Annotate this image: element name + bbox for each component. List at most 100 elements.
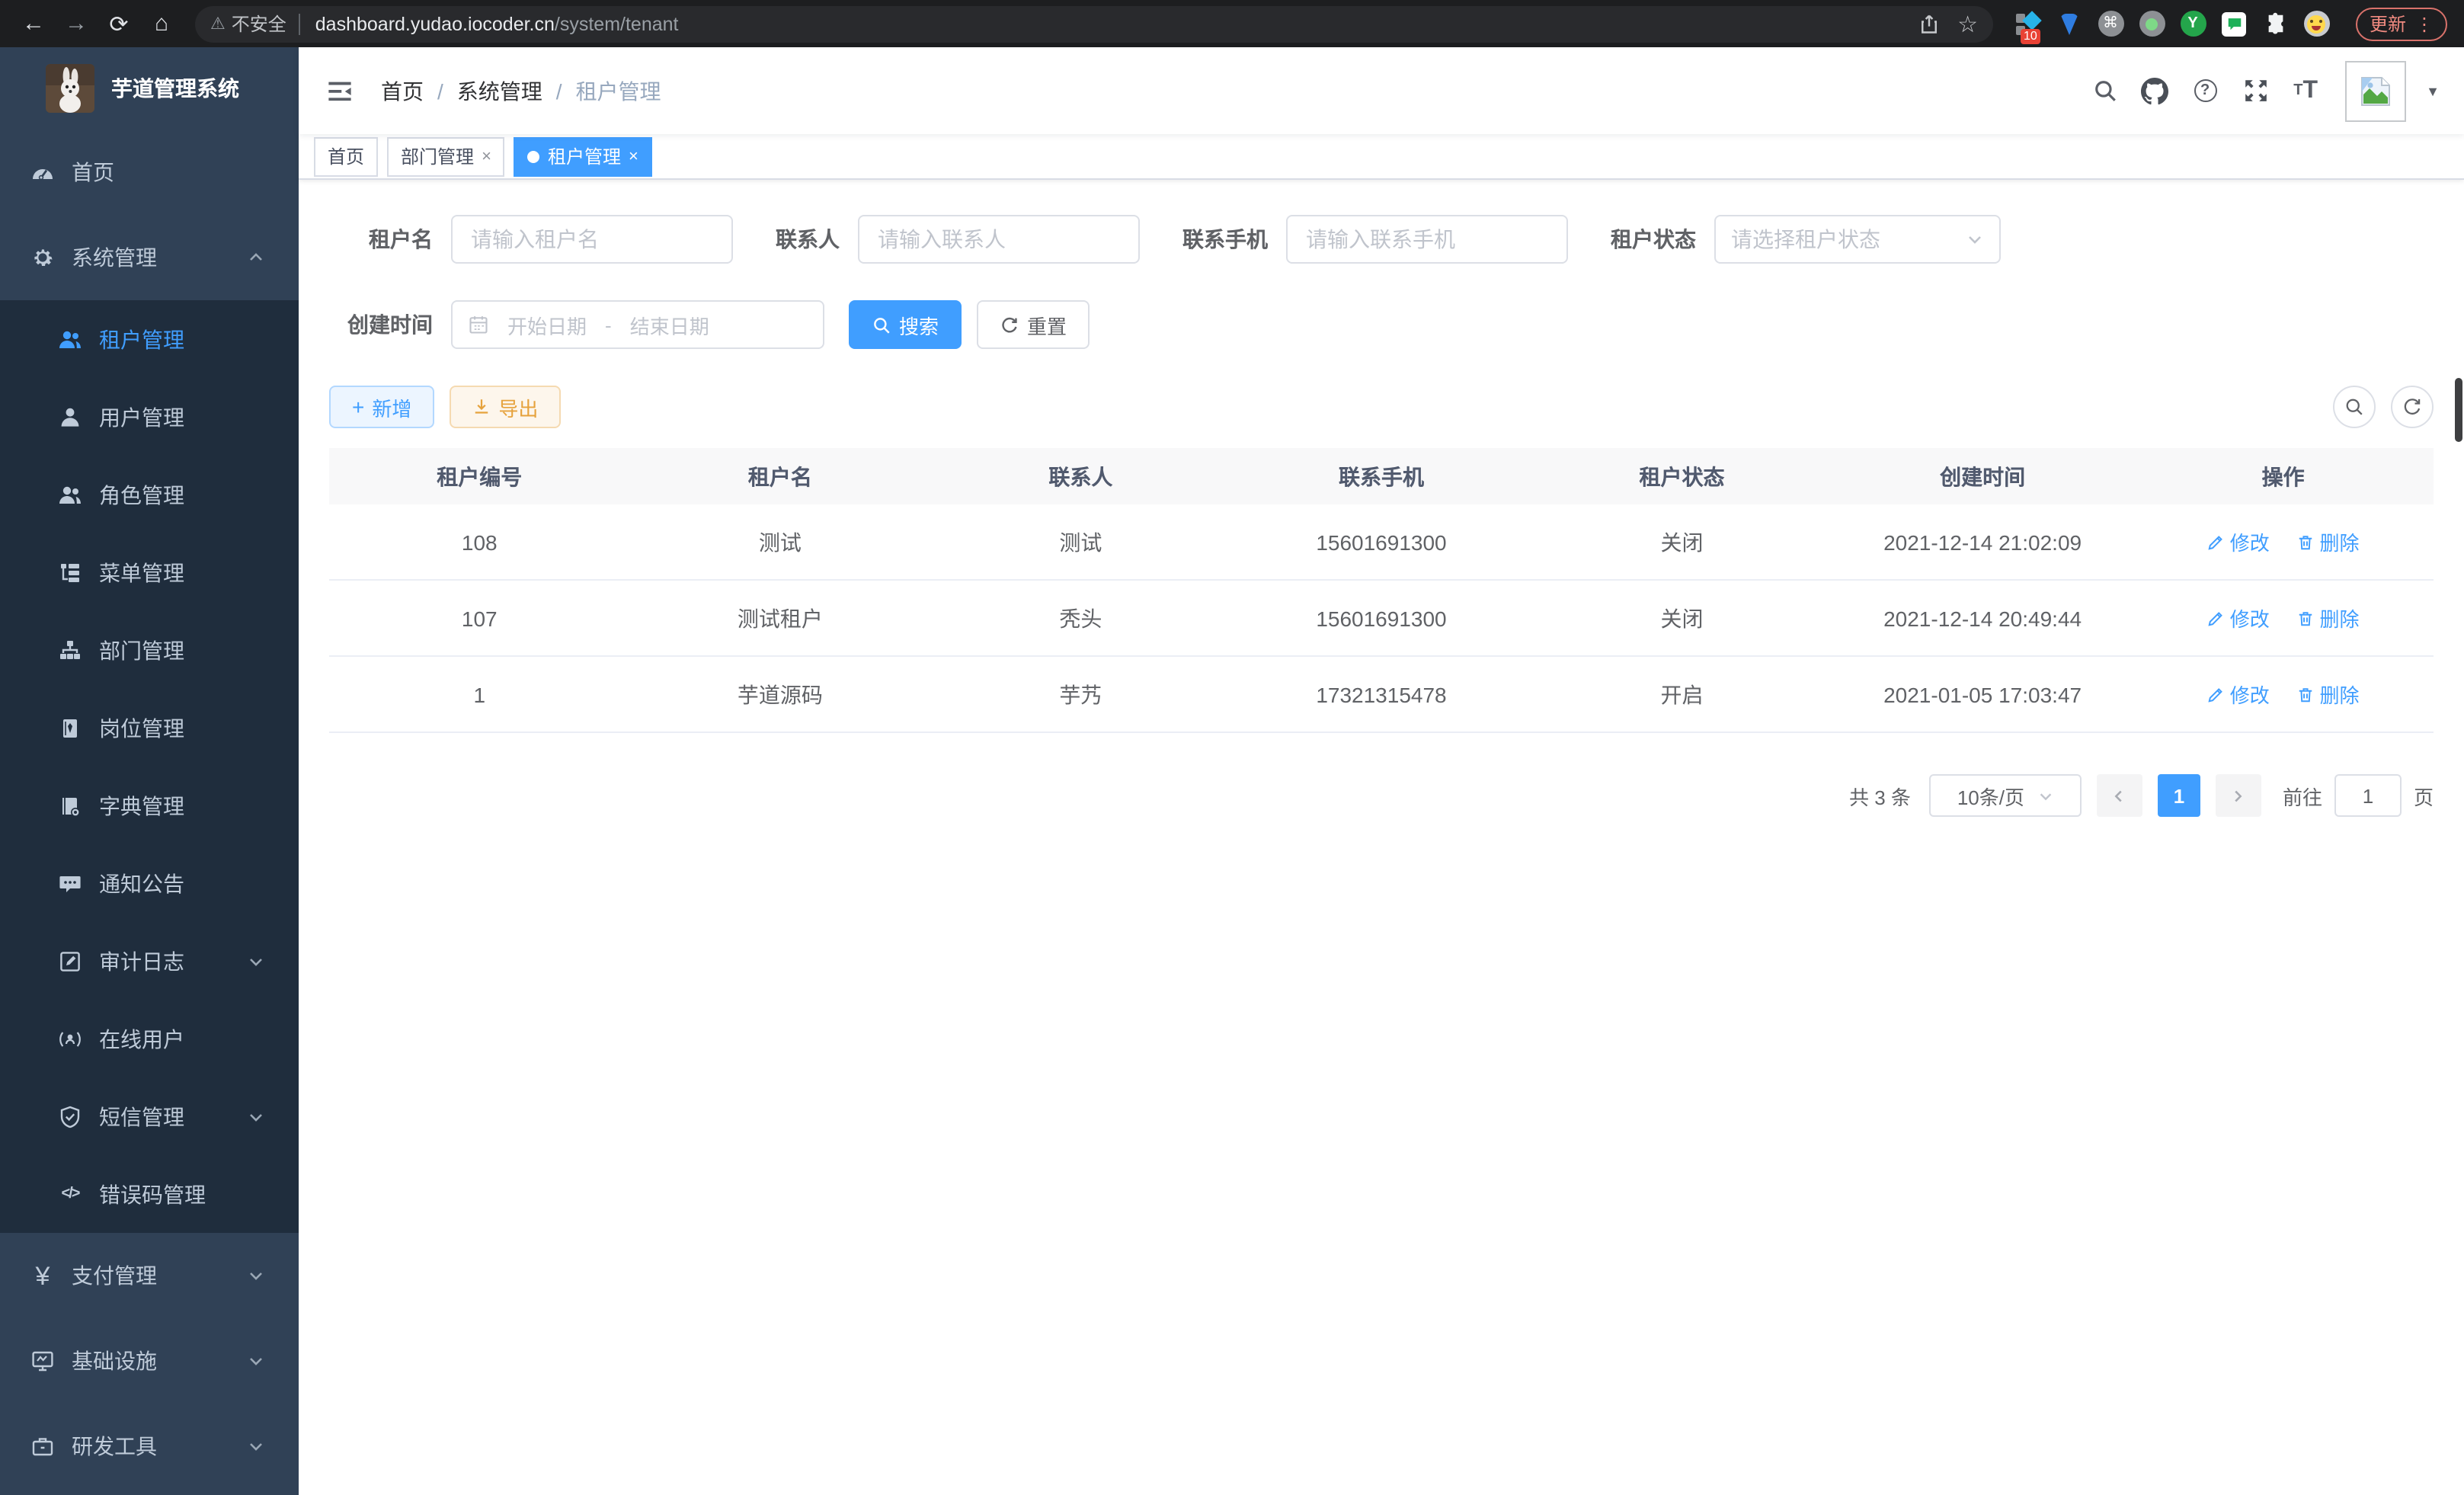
browser-update-button[interactable]: 更新 ⋮	[2356, 7, 2447, 40]
fullscreen-icon[interactable]	[2235, 71, 2275, 110]
sidebar-item-online-user[interactable]: 在线用户	[0, 1000, 299, 1077]
url-divider	[299, 13, 300, 34]
sidebar-item-label: 角色管理	[99, 479, 184, 510]
command-icon[interactable]: ⌘	[2097, 10, 2124, 37]
sidebar-item-dept[interactable]: 部门管理	[0, 611, 299, 689]
cell-mobile: 15601691300	[1231, 606, 1532, 630]
cell-name: 测试	[630, 527, 931, 557]
contact-input[interactable]	[858, 215, 1140, 264]
add-button[interactable]: + 新增	[329, 386, 434, 428]
delete-link[interactable]: 删除	[2297, 680, 2360, 709]
tenant-name-input[interactable]	[451, 215, 733, 264]
prev-page-button[interactable]	[2097, 774, 2142, 817]
sidebar-item-payment[interactable]: ¥ 支付管理	[0, 1233, 299, 1318]
pagination-total: 共 3 条	[1849, 781, 1911, 810]
sidebar-item-role[interactable]: 角色管理	[0, 456, 299, 533]
help-icon[interactable]: ?	[2185, 71, 2225, 110]
create-time-range-picker[interactable]: 开始日期 - 结束日期	[451, 300, 824, 349]
dropdown-caret-icon[interactable]: ▼	[2426, 83, 2440, 98]
sidebar-item-tenant[interactable]: 租户管理	[0, 300, 299, 378]
address-bar[interactable]: ⚠ 不安全 dashboard.yudao.iocoder.cn /system…	[195, 5, 1993, 42]
col-header-actions: 操作	[2133, 461, 2434, 491]
browser-forward-button[interactable]: →	[58, 5, 94, 42]
status-select[interactable]: 请选择租户状态	[1714, 215, 2001, 264]
sidebar-item-error-code[interactable]: </> 错误码管理	[0, 1155, 299, 1233]
cell-id: 107	[329, 606, 630, 630]
tab-tenant[interactable]: 租户管理 ×	[514, 136, 652, 176]
search-button[interactable]: 搜索	[849, 300, 962, 349]
more-vertical-icon[interactable]: ⋮	[2415, 13, 2434, 34]
sidebar-item-label: 菜单管理	[99, 557, 184, 587]
record-icon[interactable]	[2138, 10, 2165, 37]
avatar[interactable]	[2345, 60, 2406, 121]
app-logo-row[interactable]: 芋道管理系统	[0, 47, 299, 130]
sidebar-item-audit-log[interactable]: 审计日志	[0, 922, 299, 1000]
edit-link[interactable]: 修改	[2207, 527, 2270, 556]
cell-contact: 秃头	[930, 603, 1231, 633]
puzzle-icon[interactable]	[2261, 10, 2289, 37]
page-size-select[interactable]: 10条/页	[1929, 774, 2082, 817]
sidebar-item-label: 租户管理	[99, 324, 184, 354]
close-icon[interactable]: ×	[482, 147, 491, 165]
apps-diamond-icon[interactable]: 10	[2014, 10, 2042, 37]
sidebar-item-user[interactable]: 用户管理	[0, 378, 299, 456]
chevron-down-icon	[247, 1437, 265, 1455]
browser-back-button[interactable]: ←	[15, 5, 52, 42]
browser-home-button[interactable]: ⌂	[143, 5, 180, 42]
share-icon[interactable]	[1918, 13, 1939, 34]
sidebar-item-post[interactable]: 岗位管理	[0, 689, 299, 767]
export-button[interactable]: 导出	[450, 386, 561, 428]
chevron-down-icon	[247, 1352, 265, 1370]
breadcrumb-home[interactable]: 首页	[381, 75, 424, 106]
cell-id: 108	[329, 530, 630, 554]
table-row: 107 测试租户 秃头 15601691300 关闭 2021-12-14 20…	[329, 581, 2434, 657]
chat-icon[interactable]	[2220, 10, 2248, 37]
github-icon[interactable]	[2135, 71, 2174, 110]
cell-contact: 测试	[930, 527, 1231, 557]
page-number-1[interactable]: 1	[2158, 774, 2200, 817]
search-form-row-2: 创建时间 开始日期 - 结束日期 搜索	[329, 300, 2434, 349]
search-icon[interactable]	[2085, 71, 2124, 110]
app-title: 芋道管理系统	[111, 73, 239, 104]
font-size-icon[interactable]: TT	[2286, 71, 2325, 110]
emoji-icon[interactable]	[2302, 10, 2330, 37]
chevron-down-icon	[1966, 230, 1984, 248]
balloon-icon[interactable]	[2056, 10, 2083, 37]
sidebar-item-dev-tools[interactable]: 研发工具	[0, 1404, 299, 1489]
delete-link[interactable]: 删除	[2297, 527, 2360, 556]
browser-toolbar: ← → ⟳ ⌂ ⚠ 不安全 dashboard.yudao.iocoder.cn…	[0, 0, 2464, 47]
delete-link[interactable]: 删除	[2297, 603, 2360, 632]
payment-yen-icon: ¥	[30, 1263, 55, 1288]
tenant-table: 租户编号 租户名 联系人 联系手机 租户状态 创建时间 操作 108 测试 测试…	[329, 448, 2434, 733]
sidebar-item-label: 基础设施	[72, 1346, 157, 1376]
sidebar-item-system[interactable]: 系统管理	[0, 215, 299, 300]
bookmark-star-icon[interactable]: ☆	[1957, 10, 1978, 37]
sidebar-collapse-icon[interactable]	[326, 75, 357, 106]
mobile-input[interactable]	[1286, 215, 1568, 264]
edit-link[interactable]: 修改	[2207, 680, 2270, 709]
tab-home[interactable]: 首页	[314, 136, 378, 176]
mobile-label: 联系手机	[1182, 224, 1268, 255]
tab-dept[interactable]: 部门管理 ×	[387, 136, 505, 176]
scrollbar-thumb[interactable]	[2455, 378, 2462, 442]
sidebar-item-menu[interactable]: 菜单管理	[0, 533, 299, 611]
sidebar-item-dict[interactable]: 字典管理	[0, 767, 299, 844]
sidebar-item-sms[interactable]: 短信管理	[0, 1077, 299, 1155]
table-row: 108 测试 测试 15601691300 关闭 2021-12-14 21:0…	[329, 504, 2434, 581]
toggle-search-button[interactable]	[2333, 386, 2376, 428]
sidebar-item-infrastructure[interactable]: 基础设施	[0, 1318, 299, 1404]
cell-contact: 芋艿	[930, 679, 1231, 709]
browser-reload-button[interactable]: ⟳	[101, 5, 137, 42]
sidebar-item-notice[interactable]: 通知公告	[0, 844, 299, 922]
refresh-button[interactable]	[2391, 386, 2434, 428]
goto-page-input[interactable]	[2334, 774, 2402, 817]
letter-y-icon[interactable]: Y	[2179, 10, 2206, 37]
breadcrumb-system[interactable]: 系统管理	[457, 75, 542, 106]
audit-log-icon	[58, 949, 82, 973]
sidebar-item-home[interactable]: 首页	[0, 130, 299, 215]
edit-link[interactable]: 修改	[2207, 603, 2270, 632]
reset-button[interactable]: 重置	[977, 300, 1090, 349]
close-icon[interactable]: ×	[629, 147, 638, 165]
next-page-button[interactable]	[2216, 774, 2261, 817]
rabbit-logo	[46, 64, 94, 113]
